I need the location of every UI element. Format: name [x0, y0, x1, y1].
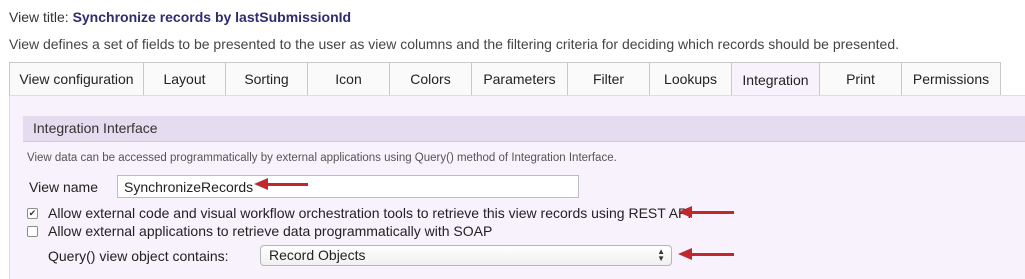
soap-checkbox[interactable] — [27, 225, 38, 237]
rest-api-label: Allow external code and visual workflow … — [48, 205, 692, 221]
tab-sorting[interactable]: Sorting — [225, 62, 307, 96]
view-title-prefix: View title: — [9, 9, 69, 25]
view-description: View defines a set of fields to be prese… — [9, 36, 900, 52]
annotation-arrow-icon — [254, 178, 308, 190]
soap-label: Allow external applications to retrieve … — [48, 223, 493, 239]
rest-api-checkbox[interactable]: ✔ — [27, 207, 38, 219]
tab-integration[interactable]: Integration — [731, 62, 819, 97]
tab-layout[interactable]: Layout — [143, 62, 225, 96]
query-object-label: Query() view object contains: — [48, 248, 229, 264]
tab-permissions[interactable]: Permissions — [901, 62, 1001, 96]
view-title: View title: Synchronize records by lastS… — [9, 9, 351, 25]
tab-view-configuration[interactable]: View configuration — [9, 62, 143, 96]
rest-api-option[interactable]: ✔ Allow external code and visual workflo… — [27, 205, 691, 221]
view-title-value: Synchronize records by lastSubmissionId — [72, 9, 352, 25]
integration-note: View data can be accessed programmatical… — [27, 152, 617, 164]
section-header-integration-interface: Integration Interface — [23, 116, 1025, 142]
view-name-input[interactable] — [117, 175, 579, 198]
tab-icon[interactable]: Icon — [307, 62, 389, 96]
tab-lookups[interactable]: Lookups — [649, 62, 731, 96]
tab-print[interactable]: Print — [819, 62, 901, 96]
soap-option[interactable]: Allow external applications to retrieve … — [27, 223, 492, 239]
select-updown-icon: ▲ ▼ — [657, 247, 665, 263]
tab-parameters[interactable]: Parameters — [471, 62, 567, 96]
annotation-arrow-icon — [678, 248, 734, 260]
tab-filter[interactable]: Filter — [567, 62, 649, 96]
tab-colors[interactable]: Colors — [389, 62, 471, 96]
query-object-select[interactable]: Record Objects ▲ ▼ — [260, 245, 672, 266]
tab-bar: View configuration Layout Sorting Icon C… — [9, 62, 1001, 97]
annotation-arrow-icon — [678, 206, 734, 218]
view-name-label: View name — [29, 179, 99, 195]
query-object-selected-value: Record Objects — [269, 247, 366, 263]
